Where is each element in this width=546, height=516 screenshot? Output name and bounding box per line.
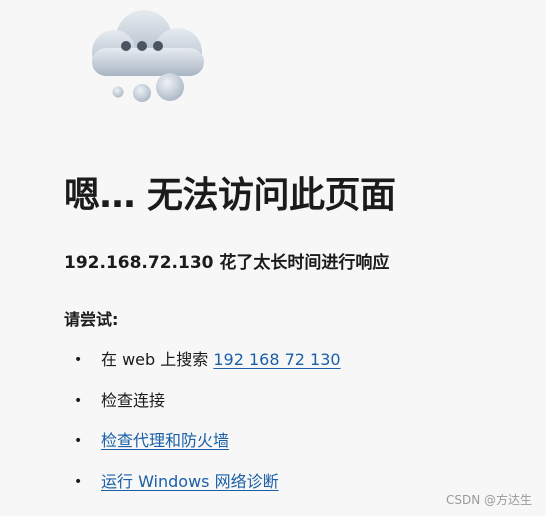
- search-prefix: 在 web 上搜索: [101, 350, 214, 369]
- try-label: 请尝试:: [64, 310, 119, 329]
- watermark: CSDN @方达生: [445, 493, 532, 507]
- suggestion-diagnostics: • 运行 Windows 网络诊断: [64, 468, 341, 509]
- ellipsis-dot: [121, 41, 131, 51]
- page-title: 嗯… 无法访问此页面: [64, 175, 396, 216]
- suggestion-list: • 在 web 上搜索 192 168 72 130 • 检查连接 • 检查代理…: [64, 346, 341, 508]
- bullet-icon: •: [74, 352, 83, 368]
- check-connection-text: 检查连接: [101, 390, 166, 410]
- ellipsis-dot: [153, 41, 163, 51]
- network-diagnostics-link[interactable]: 运行 Windows 网络诊断: [101, 472, 279, 491]
- search-web-link[interactable]: 192 168 72 130: [213, 350, 340, 369]
- check-proxy-firewall-link[interactable]: 检查代理和防火墙: [101, 431, 229, 450]
- suggestion-search: • 在 web 上搜索 192 168 72 130: [64, 346, 341, 387]
- ellipsis-dot: [137, 41, 147, 51]
- suggestion-check-connection: • 检查连接: [64, 387, 341, 428]
- bullet-icon: •: [74, 473, 83, 490]
- bullet-icon: •: [74, 433, 83, 449]
- bullet-icon: •: [74, 392, 83, 409]
- error-description: 192.168.72.130 花了太长时间进行响应: [64, 253, 390, 273]
- cloud-icon: [78, 4, 210, 104]
- suggestion-check-proxy: • 检查代理和防火墙: [64, 427, 341, 468]
- error-page: 嗯… 无法访问此页面 192.168.72.130 花了太长时间进行响应 请尝试…: [0, 0, 546, 516]
